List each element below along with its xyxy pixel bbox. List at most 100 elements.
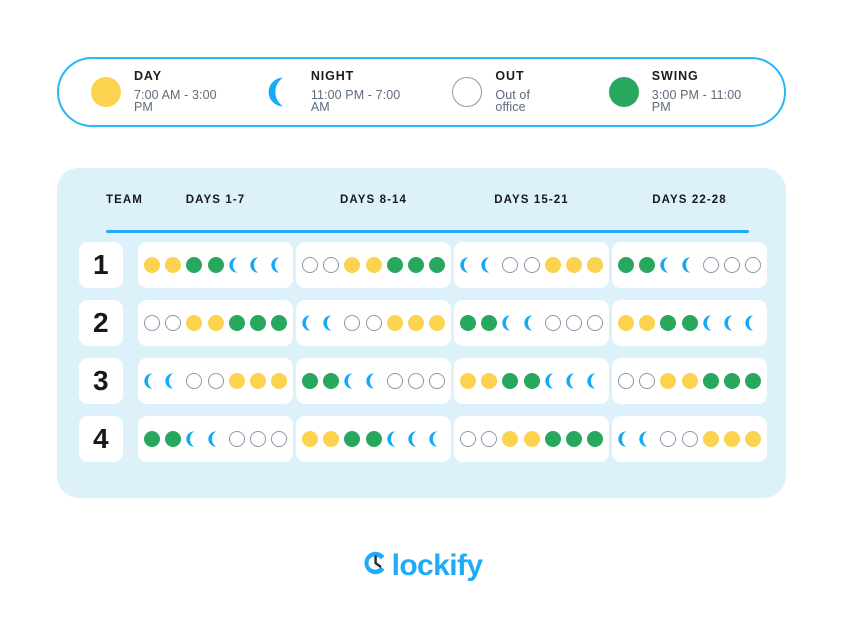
legend-hours-night: 11:00 PM - 7:00 AM xyxy=(311,89,413,114)
shift-dot-night-crescent-moon-icon xyxy=(618,431,634,447)
shift-dot-out-empty-circle-icon xyxy=(618,373,634,389)
shift-dot-out-empty-circle-icon xyxy=(229,431,245,447)
shift-dot-day-filled-circle-yellow-icon xyxy=(660,373,676,389)
shift-dot-out-empty-circle-icon xyxy=(144,315,160,331)
shift-dot-swing-filled-circle-green-icon xyxy=(429,257,445,273)
clockify-logo: lockify xyxy=(0,548,843,583)
shift-dot-day-filled-circle-yellow-icon xyxy=(344,257,360,273)
shift-schedule-infographic: DAY 7:00 AM - 3:00 PM NIGHT 11:00 PM - 7… xyxy=(0,0,843,621)
shift-dot-out-empty-circle-icon xyxy=(302,257,318,273)
legend-title-night: NIGHT xyxy=(311,70,413,83)
shift-week-days-8-14-team-1 xyxy=(296,242,451,288)
shift-dot-day-filled-circle-yellow-icon xyxy=(429,315,445,331)
shift-dot-day-filled-circle-yellow-icon xyxy=(271,373,287,389)
shift-dot-swing-filled-circle-green-icon xyxy=(724,373,740,389)
shift-dot-night-crescent-moon-icon xyxy=(587,373,603,389)
table-row: 2 xyxy=(57,300,786,346)
shift-dot-day-filled-circle-yellow-icon xyxy=(682,373,698,389)
shift-dot-night-crescent-moon-icon xyxy=(229,257,245,273)
shift-dot-swing-filled-circle-green-icon xyxy=(566,431,582,447)
shift-dot-night-crescent-moon-icon xyxy=(660,257,676,273)
shift-dot-day-filled-circle-yellow-icon xyxy=(144,257,160,273)
shift-dot-day-filled-circle-yellow-icon xyxy=(524,431,540,447)
shift-dot-day-filled-circle-yellow-icon xyxy=(323,431,339,447)
shift-dot-swing-filled-circle-green-icon xyxy=(745,373,761,389)
shift-week-days-15-21-team-4 xyxy=(454,416,609,462)
shift-dot-out-empty-circle-icon xyxy=(703,257,719,273)
shift-dot-out-empty-circle-icon xyxy=(366,315,382,331)
shift-dot-swing-filled-circle-green-icon xyxy=(481,315,497,331)
shift-dot-swing-filled-circle-green-icon xyxy=(545,431,561,447)
shift-dot-day-filled-circle-yellow-icon xyxy=(460,373,476,389)
clockify-wordmark: lockify xyxy=(392,551,483,581)
shift-dot-night-crescent-moon-icon xyxy=(502,315,518,331)
legend-item-swing: SWING 3:00 PM - 11:00 PM xyxy=(609,70,754,114)
shift-week-days-15-21-team-1 xyxy=(454,242,609,288)
shift-dot-day-filled-circle-yellow-icon xyxy=(208,315,224,331)
shift-dot-out-empty-circle-icon xyxy=(250,431,266,447)
shift-dot-out-empty-circle-icon xyxy=(587,315,603,331)
shift-dot-swing-filled-circle-green-icon xyxy=(186,257,202,273)
shift-dot-night-crescent-moon-icon xyxy=(387,431,403,447)
shift-dot-day-filled-circle-yellow-icon xyxy=(229,373,245,389)
shift-dot-night-crescent-moon-icon xyxy=(745,315,761,331)
shift-dot-night-crescent-moon-icon xyxy=(682,257,698,273)
filled-circle-yellow-icon xyxy=(91,77,121,107)
shift-dot-night-crescent-moon-icon xyxy=(165,373,181,389)
shift-dot-night-crescent-moon-icon xyxy=(408,431,424,447)
legend-hours-day: 7:00 AM - 3:00 PM xyxy=(134,89,230,114)
shift-dot-swing-filled-circle-green-icon xyxy=(703,373,719,389)
shift-dot-swing-filled-circle-green-icon xyxy=(250,315,266,331)
legend-hours-swing: 3:00 PM - 11:00 PM xyxy=(652,89,754,114)
legend-title-day: DAY xyxy=(134,70,230,83)
shift-week-days-22-28-team-4 xyxy=(612,416,767,462)
shift-dot-night-crescent-moon-icon xyxy=(250,257,266,273)
legend-item-out: OUT Out of office xyxy=(452,70,556,114)
shift-dot-out-empty-circle-icon xyxy=(660,431,676,447)
shift-dot-night-crescent-moon-icon xyxy=(302,315,318,331)
schedule-panel: TEAM DAYS 1-7 DAYS 8-14 DAYS 15-21 DAYS … xyxy=(57,168,786,498)
shift-dot-swing-filled-circle-green-icon xyxy=(618,257,634,273)
shift-dot-day-filled-circle-yellow-icon xyxy=(387,315,403,331)
shift-dot-out-empty-circle-icon xyxy=(271,431,287,447)
shift-dot-out-empty-circle-icon xyxy=(502,257,518,273)
shift-dot-swing-filled-circle-green-icon xyxy=(208,257,224,273)
column-header-days-15-21: DAYS 15-21 xyxy=(454,194,609,206)
shift-week-days-1-7-team-2 xyxy=(138,300,293,346)
shift-dot-swing-filled-circle-green-icon xyxy=(271,315,287,331)
shift-dot-out-empty-circle-icon xyxy=(387,373,403,389)
shift-dot-out-empty-circle-icon xyxy=(429,373,445,389)
shift-dot-out-empty-circle-icon xyxy=(408,373,424,389)
clockify-c-clock-icon xyxy=(361,548,391,583)
shift-dot-swing-filled-circle-green-icon xyxy=(408,257,424,273)
shift-dot-night-crescent-moon-icon xyxy=(639,431,655,447)
shift-dot-swing-filled-circle-green-icon xyxy=(165,431,181,447)
shift-week-days-1-7-team-3 xyxy=(138,358,293,404)
header-underline xyxy=(106,230,749,233)
shift-dot-day-filled-circle-yellow-icon xyxy=(703,431,719,447)
shift-dot-out-empty-circle-icon xyxy=(524,257,540,273)
shift-dot-out-empty-circle-icon xyxy=(566,315,582,331)
legend-text-day: DAY 7:00 AM - 3:00 PM xyxy=(134,70,230,114)
shift-week-days-8-14-team-3 xyxy=(296,358,451,404)
shift-dot-day-filled-circle-yellow-icon xyxy=(545,257,561,273)
legend-title-swing: SWING xyxy=(652,70,754,83)
shift-dot-swing-filled-circle-green-icon xyxy=(229,315,245,331)
shift-dot-night-crescent-moon-icon xyxy=(344,373,360,389)
legend-text-swing: SWING 3:00 PM - 11:00 PM xyxy=(652,70,754,114)
shift-dot-swing-filled-circle-green-icon xyxy=(682,315,698,331)
shift-dot-day-filled-circle-yellow-icon xyxy=(618,315,634,331)
shift-dot-night-crescent-moon-icon xyxy=(271,257,287,273)
table-row: 4 xyxy=(57,416,786,462)
shift-dot-day-filled-circle-yellow-icon xyxy=(745,431,761,447)
shift-dot-night-crescent-moon-icon xyxy=(524,315,540,331)
team-number-3: 3 xyxy=(79,358,123,404)
team-number-cell: 4 xyxy=(57,416,138,462)
shift-dot-out-empty-circle-icon xyxy=(344,315,360,331)
column-header-team: TEAM xyxy=(57,194,138,206)
shift-dot-night-crescent-moon-icon xyxy=(208,431,224,447)
shift-dot-out-empty-circle-icon xyxy=(208,373,224,389)
shift-dot-night-crescent-moon-icon xyxy=(724,315,740,331)
column-header-days-1-7: DAYS 1-7 xyxy=(138,194,293,206)
crescent-moon-icon xyxy=(268,77,298,107)
